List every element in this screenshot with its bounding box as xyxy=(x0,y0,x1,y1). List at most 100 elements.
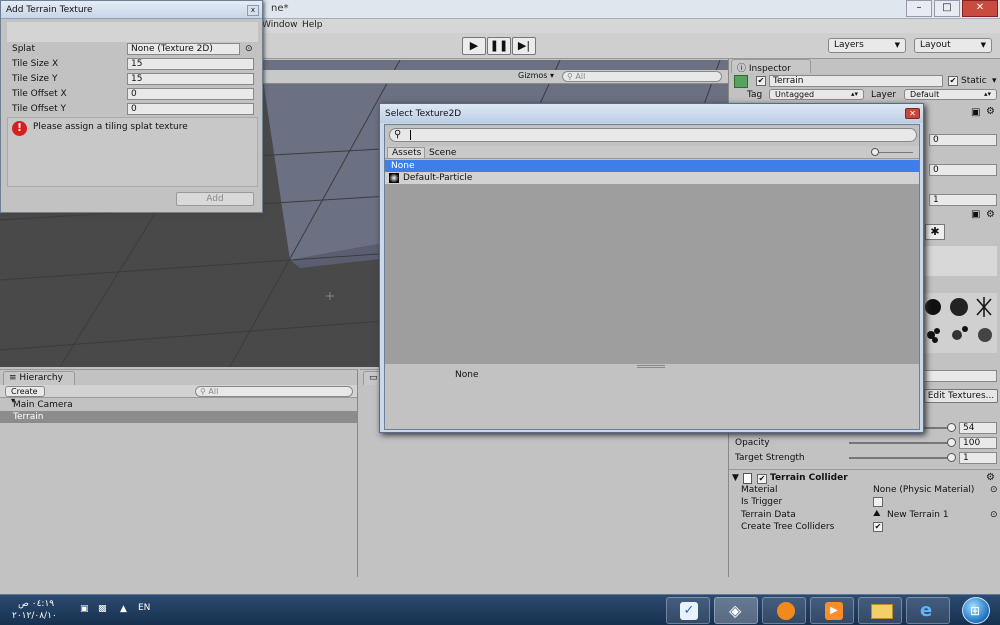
taskbar-app-unity[interactable]: ◈ xyxy=(714,597,758,624)
action-center-icon[interactable]: ▣ xyxy=(80,604,89,614)
asset-list-area[interactable] xyxy=(385,184,919,364)
opacity-slider[interactable] xyxy=(947,438,956,447)
clock-date[interactable]: ٢٠١٢/٠٨/١٠ xyxy=(12,611,57,621)
show-hidden-icons-icon[interactable]: ▲ xyxy=(120,604,127,614)
edit-textures-button[interactable]: Edit Textures... xyxy=(924,389,998,403)
layout-dropdown[interactable]: Layout ▼ xyxy=(914,38,992,53)
splat-label: Splat xyxy=(12,44,35,54)
brush-size-field[interactable]: 54 xyxy=(959,422,997,434)
tag-dropdown[interactable]: Untagged ▴▾ xyxy=(769,89,864,100)
collider-foldout-icon[interactable]: ▼ xyxy=(732,473,739,483)
search-icon: ⚲ xyxy=(567,72,573,81)
language-indicator[interactable]: EN xyxy=(138,603,150,613)
tile-offset-x-field[interactable]: 0 xyxy=(127,88,254,100)
is-trigger-label: Is Trigger xyxy=(741,497,783,507)
windows-logo-icon: ⊞ xyxy=(970,604,981,618)
gizmos-dropdown[interactable]: Gizmos ▾ xyxy=(518,71,554,80)
object-name-field[interactable]: Terrain xyxy=(769,75,943,87)
maximize-button[interactable]: □ xyxy=(934,0,960,17)
opacity-field[interactable]: 100 xyxy=(959,437,997,449)
brush-field[interactable] xyxy=(919,370,997,382)
taskbar-app-blender[interactable] xyxy=(762,597,806,624)
is-trigger-checkbox[interactable] xyxy=(873,497,883,507)
target-strength-label: Target Strength xyxy=(735,453,805,463)
object-picker-icon[interactable]: ⊙ xyxy=(990,485,998,495)
gear-icon[interactable]: ⚙ xyxy=(986,106,995,117)
clock-time[interactable]: ٠٤:١٩ ص xyxy=(18,599,54,609)
taskbar-app-explorer[interactable] xyxy=(858,597,902,624)
target-strength-field[interactable]: 1 xyxy=(959,452,997,464)
list-item[interactable]: Default-Particle xyxy=(403,173,472,183)
object-picker-icon[interactable]: ⊙ xyxy=(245,44,253,54)
help-icon[interactable]: ▣ xyxy=(971,209,980,220)
preview-label: None xyxy=(455,370,479,380)
network-icon[interactable]: ▩ xyxy=(98,604,107,614)
taskbar-app-media[interactable]: ▶ xyxy=(810,597,854,624)
dropdown-arrow-icon: ▴▾ xyxy=(983,90,991,98)
close-window-button[interactable]: ✕ xyxy=(962,0,998,17)
start-button[interactable]: ⊞ xyxy=(962,597,990,624)
layer-dropdown[interactable]: Default ▴▾ xyxy=(904,89,997,100)
number-field[interactable]: 0 xyxy=(929,134,997,146)
create-dropdown[interactable]: Create ▾ xyxy=(5,386,45,405)
list-item[interactable]: None xyxy=(391,161,414,171)
texture-search-input[interactable]: ⚲ xyxy=(389,128,917,142)
target-strength-slider[interactable] xyxy=(947,453,956,462)
tile-size-x-field[interactable]: 15 xyxy=(127,58,254,70)
object-picker-icon[interactable]: ⊙ xyxy=(990,510,998,520)
material-value[interactable]: None (Physic Material) xyxy=(873,485,974,495)
tab-scene[interactable]: Scene xyxy=(429,148,456,158)
tab-inspector[interactable]: ⓘ Inspector xyxy=(731,59,811,74)
tab-assets[interactable]: Assets xyxy=(387,147,425,159)
list-row-selected[interactable] xyxy=(385,160,919,172)
gear-icon[interactable]: ⚙ xyxy=(986,209,995,220)
hierarchy-search-input[interactable]: ⚲ All xyxy=(195,386,353,397)
terrain-data-label: Terrain Data xyxy=(741,510,796,520)
active-checkbox[interactable]: ✔ xyxy=(756,76,766,86)
tab-hierarchy[interactable]: ≡ Hierarchy xyxy=(3,371,75,385)
add-terrain-texture-dialog: Add Terrain Texture x Splat None (Textur… xyxy=(0,0,263,213)
menu-window[interactable]: Window xyxy=(262,20,298,30)
settings-tool-button[interactable]: ✱ xyxy=(925,224,945,240)
add-button[interactable]: Add xyxy=(176,192,254,206)
selected-row[interactable] xyxy=(0,411,357,423)
close-icon[interactable]: x xyxy=(247,5,259,16)
gear-icon[interactable]: ⚙ xyxy=(986,472,995,483)
list-item[interactable]: Main Camera xyxy=(13,400,73,410)
taskbar-app-ie[interactable]: e xyxy=(906,597,950,624)
static-dropdown-arrow-icon[interactable]: ▾ xyxy=(992,76,997,86)
list-item[interactable]: Terrain xyxy=(13,412,43,422)
brush-palette[interactable] xyxy=(919,293,997,353)
collider-enabled-checkbox[interactable]: ✔ xyxy=(757,474,767,484)
folder-icon: ▭ xyxy=(369,373,378,383)
pause-button[interactable]: ❚❚ xyxy=(487,37,511,55)
number-field[interactable]: 1 xyxy=(929,194,997,206)
tile-size-y-field[interactable]: 15 xyxy=(127,73,254,85)
terrain-data-value[interactable]: New Terrain 1 xyxy=(887,510,949,520)
zoom-slider[interactable] xyxy=(871,148,879,156)
tile-offset-y-label: Tile Offset Y xyxy=(12,104,67,114)
brush-size-slider[interactable] xyxy=(947,423,956,432)
create-tree-colliders-checkbox[interactable]: ✔ xyxy=(873,522,883,532)
hierarchy-tab-label: Hierarchy xyxy=(19,373,63,383)
blender-icon xyxy=(777,602,795,620)
splat-field[interactable]: None (Texture 2D) xyxy=(127,43,240,55)
tile-offset-y-field[interactable]: 0 xyxy=(127,103,254,115)
unity-icon: ◈ xyxy=(729,601,742,620)
layout-label: Layout xyxy=(920,40,951,50)
number-field[interactable]: 0 xyxy=(929,164,997,176)
dropdown-arrow-icon: ▴▾ xyxy=(850,90,858,98)
step-button[interactable]: ▶| xyxy=(512,37,536,55)
close-dialog-button[interactable]: ✕ xyxy=(905,108,920,119)
dialog-title: Select Texture2D xyxy=(380,104,923,123)
static-checkbox[interactable]: ✔ xyxy=(948,76,958,86)
taskbar-app-mono[interactable]: ✓ xyxy=(666,597,710,624)
layers-dropdown[interactable]: Layers ▼ xyxy=(828,38,906,53)
hierarchy-panel: ≡ Hierarchy Create ▾ ⚲ All Main Camera T… xyxy=(0,369,358,577)
menu-help[interactable]: Help xyxy=(302,20,323,30)
scene-search-input[interactable]: ⚲ All xyxy=(562,71,722,82)
splitter-handle[interactable] xyxy=(637,365,665,368)
play-button[interactable]: ▶ xyxy=(462,37,486,55)
minimize-button[interactable]: – xyxy=(906,0,932,17)
help-icon[interactable]: ▣ xyxy=(971,107,980,118)
